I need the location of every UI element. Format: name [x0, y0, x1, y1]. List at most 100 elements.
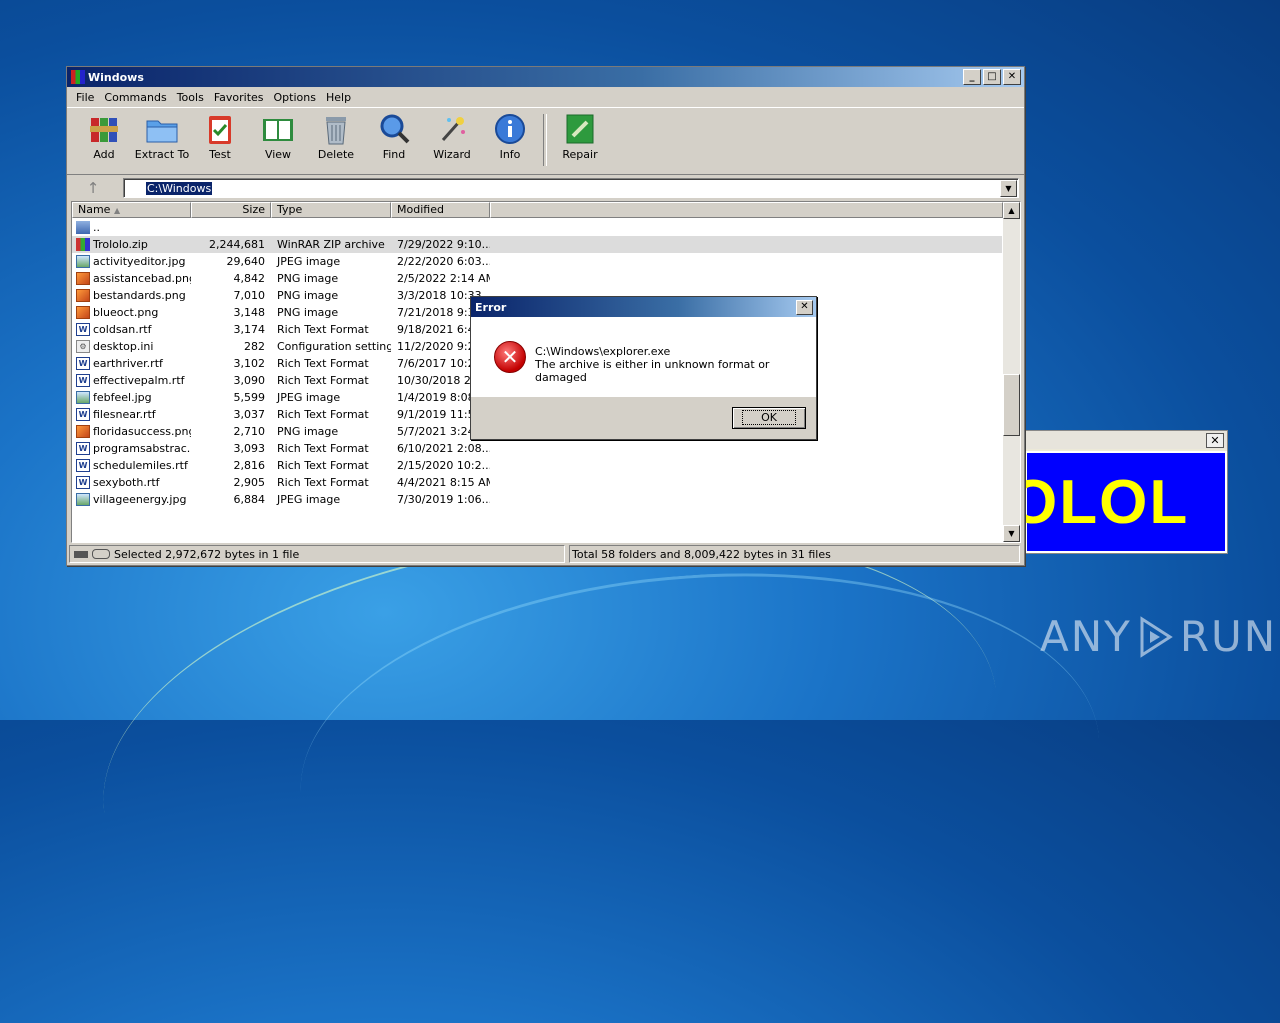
- file-modified: 6/10/2021 2:08...: [397, 442, 490, 455]
- vertical-scrollbar[interactable]: ▲ ▼: [1003, 202, 1020, 542]
- file-size: 29,640: [226, 255, 266, 268]
- menu-favorites[interactable]: Favorites: [209, 91, 269, 104]
- trololo-close-button[interactable]: ✕: [1206, 433, 1224, 448]
- file-type: PNG image: [277, 425, 339, 438]
- ok-label: OK: [742, 410, 796, 425]
- file-type: Rich Text Format: [277, 357, 369, 370]
- address-field[interactable]: C:\Windows ▼: [123, 178, 1019, 198]
- error-dialog: Error ✕ ✕ C:\Windows\explorer.exe The ar…: [470, 296, 817, 440]
- file-name: filesnear.rtf: [93, 408, 156, 421]
- table-row[interactable]: activityeditor.jpg 29,640 JPEG image 2/22/2…: [72, 253, 1002, 270]
- menu-file[interactable]: File: [71, 91, 99, 104]
- file-size: 3,148: [233, 306, 266, 319]
- jpg-file-icon: [76, 493, 90, 506]
- file-type: JPEG image: [277, 391, 341, 404]
- maximize-button[interactable]: □: [983, 69, 1001, 85]
- table-row[interactable]: ..: [72, 219, 1002, 236]
- delete-button[interactable]: Delete: [307, 108, 365, 161]
- view-label: View: [264, 148, 292, 161]
- file-size: 2,244,681: [191, 238, 271, 251]
- trololo-banner-text: OLOL: [1009, 467, 1190, 537]
- file-type: PNG image: [277, 272, 339, 285]
- view-button[interactable]: View: [249, 108, 307, 161]
- file-name: floridasuccess.png: [93, 425, 191, 438]
- file-name: sexyboth.rtf: [93, 476, 160, 489]
- status-bar: Selected 2,972,672 bytes in 1 file Total…: [69, 545, 1020, 563]
- rtf-file-icon: W: [76, 408, 90, 421]
- info-button[interactable]: Info: [481, 108, 539, 161]
- file-name: earthriver.rtf: [93, 357, 163, 370]
- table-row[interactable]: villageenergy.jpg 6,884 JPEG image 7/30/201…: [72, 491, 1002, 508]
- menu-commands[interactable]: Commands: [99, 91, 171, 104]
- table-row[interactable]: Wprogramsabstrac... 3,093 Rich Text Format…: [72, 440, 1002, 457]
- add-button[interactable]: Add: [75, 108, 133, 161]
- file-type: PNG image: [277, 306, 339, 319]
- wizard-button[interactable]: Wizard: [423, 108, 481, 161]
- file-type: PNG image: [277, 289, 339, 302]
- rtf-file-icon: W: [76, 374, 90, 387]
- scroll-up-arrow-icon[interactable]: ▲: [1003, 202, 1020, 219]
- repair-icon: [563, 112, 597, 146]
- file-name: schedulemiles.rtf: [93, 459, 188, 472]
- column-size-header[interactable]: Size: [191, 202, 271, 218]
- watermark-text-right: RUN: [1179, 612, 1278, 661]
- file-name: activityeditor.jpg: [93, 255, 186, 268]
- jpg-file-icon: [76, 255, 90, 268]
- trololo-window: ✕ OLOL: [1009, 430, 1228, 554]
- file-name-cell: Weffectivepalm.rtf: [72, 374, 191, 387]
- file-name: blueoct.png: [93, 306, 159, 319]
- column-type-header[interactable]: Type: [271, 202, 391, 218]
- file-name-cell: activityeditor.jpg: [72, 255, 191, 268]
- ini-file-icon: ⚙: [76, 340, 90, 353]
- menu-bar: File Commands Tools Favorites Options He…: [67, 87, 1024, 107]
- find-label: Find: [382, 148, 406, 161]
- jpg-file-icon: [76, 391, 90, 404]
- error-dialog-title: Error: [475, 300, 507, 314]
- column-modified-header[interactable]: Modified: [391, 202, 490, 218]
- menu-options[interactable]: Options: [269, 91, 321, 104]
- menu-tools[interactable]: Tools: [172, 91, 209, 104]
- error-dialog-body: ✕ C:\Windows\explorer.exe The archive is…: [471, 317, 816, 397]
- file-size: 2,710: [233, 425, 266, 438]
- extract-folder-icon: [145, 112, 179, 146]
- table-row[interactable]: Wsexyboth.rtf 2,905 Rich Text Format 4/4/20…: [72, 474, 1002, 491]
- file-name-cell: villageenergy.jpg: [72, 493, 191, 506]
- ok-button[interactable]: OK: [732, 407, 806, 429]
- minimize-button[interactable]: _: [963, 69, 981, 85]
- file-modified: 2/5/2022 2:14 AM: [397, 272, 490, 285]
- add-archive-icon: [87, 112, 121, 146]
- chevron-down-icon[interactable]: ▼: [1000, 180, 1017, 197]
- close-button[interactable]: ✕: [1003, 69, 1021, 85]
- column-name-header[interactable]: Name ▲: [72, 202, 191, 218]
- sort-ascending-icon: ▲: [113, 206, 121, 215]
- error-dialog-close-button[interactable]: ✕: [796, 300, 813, 315]
- table-row[interactable]: Trololo.zip 2,244,681 WinRAR ZIP archive 7/…: [72, 236, 1002, 253]
- zip-file-icon: [76, 238, 90, 251]
- find-button[interactable]: Find: [365, 108, 423, 161]
- test-button[interactable]: Test: [191, 108, 249, 161]
- file-name: effectivepalm.rtf: [93, 374, 185, 387]
- file-name-cell: Wschedulemiles.rtf: [72, 459, 191, 472]
- menu-help[interactable]: Help: [321, 91, 356, 104]
- scroll-thumb[interactable]: [1003, 374, 1020, 436]
- file-size: 3,093: [233, 442, 266, 455]
- view-book-icon: [261, 112, 295, 146]
- table-row[interactable]: assistancebad.png 4,842 PNG image 2/5/2022 …: [72, 270, 1002, 287]
- file-size: 2,905: [233, 476, 266, 489]
- file-size: 2,816: [233, 459, 266, 472]
- file-size: 3,102: [233, 357, 266, 370]
- extract-to-button[interactable]: Extract To: [133, 108, 191, 161]
- scroll-down-arrow-icon[interactable]: ▼: [1003, 525, 1020, 542]
- error-dialog-titlebar: Error ✕: [471, 297, 816, 317]
- repair-button[interactable]: Repair: [551, 108, 609, 161]
- file-size: 7,010: [233, 289, 266, 302]
- up-arrow-icon[interactable]: ↑: [81, 178, 105, 198]
- file-size: 3,174: [233, 323, 266, 336]
- png-file-icon: [76, 425, 90, 438]
- add-label: Add: [93, 148, 115, 161]
- file-name-cell: bestandards.png: [72, 289, 191, 302]
- table-row[interactable]: Wschedulemiles.rtf 2,816 Rich Text Format 2…: [72, 457, 1002, 474]
- file-size: 282: [244, 340, 265, 353]
- file-type: JPEG image: [277, 493, 341, 506]
- file-type: Configuration settings: [277, 340, 391, 353]
